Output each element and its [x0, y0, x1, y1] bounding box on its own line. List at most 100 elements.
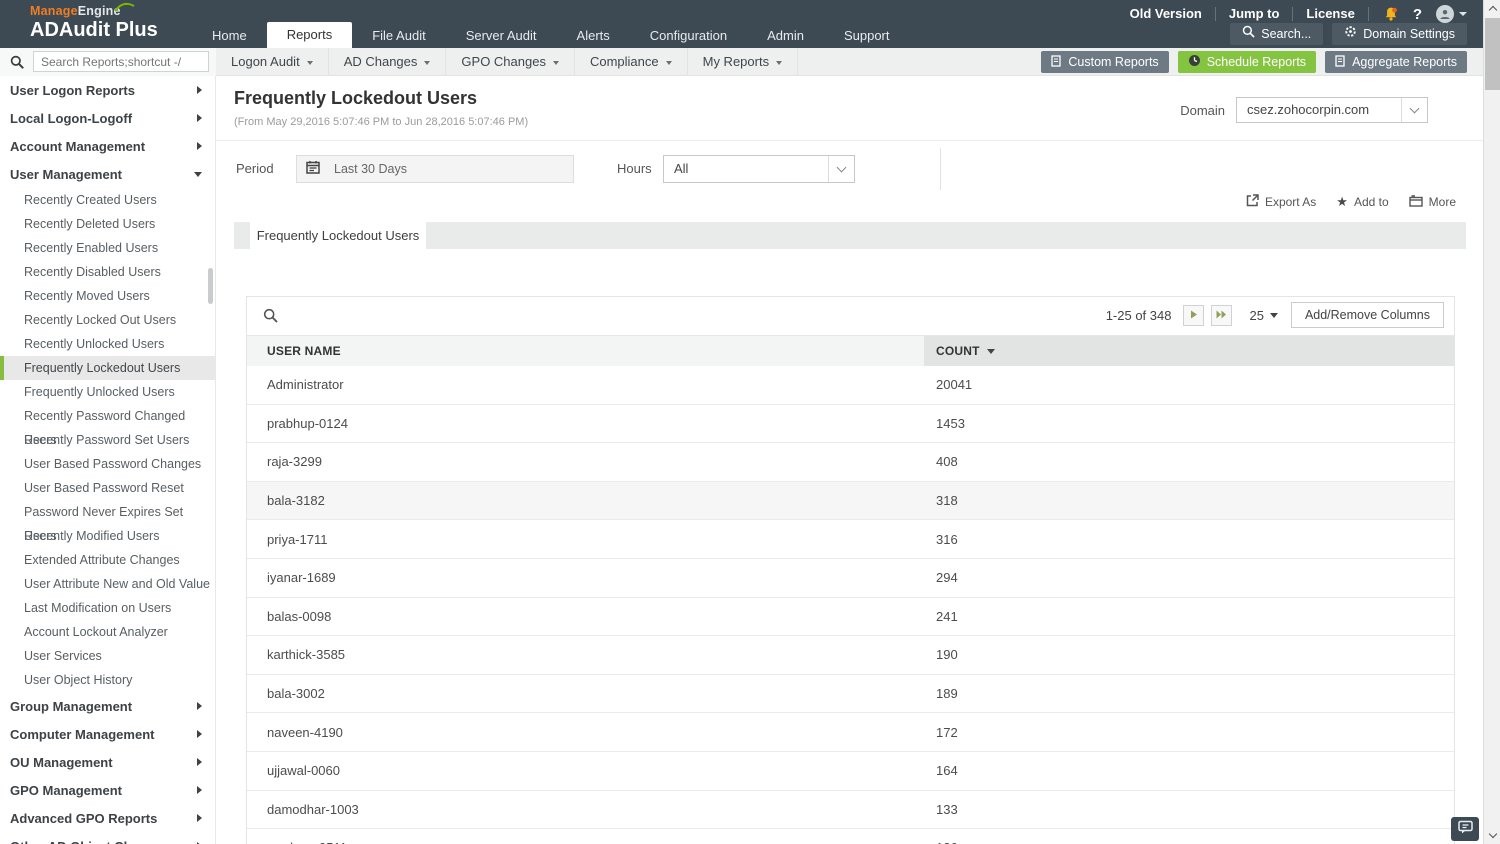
nav-admin[interactable]: Admin [747, 23, 824, 48]
table-row[interactable]: iyanar-1689 294 [247, 559, 1454, 598]
sidebar-section-advanced-gpo-reports[interactable]: Advanced GPO Reports [0, 804, 215, 832]
sidebar-item-user-attribute-new-and-old-value[interactable]: User Attribute New and Old Value [0, 572, 215, 596]
brand[interactable]: ManageEngine ADAudit Plus [30, 2, 158, 42]
subnav-my-reports[interactable]: My Reports [688, 48, 799, 75]
sidebar-section-user-logon-reports[interactable]: User Logon Reports [0, 76, 215, 104]
sidebar-item-recently-created-users[interactable]: Recently Created Users [0, 188, 215, 212]
divider [940, 148, 941, 190]
notification-bell-icon[interactable] [1383, 6, 1399, 22]
sidebar-item-extended-attribute-changes[interactable]: Extended Attribute Changes [0, 548, 215, 572]
column-header-count[interactable]: COUNT [924, 336, 1454, 366]
search-button[interactable]: Search... [1230, 23, 1324, 45]
main-nav: Home Reports File Audit Server Audit Ale… [192, 22, 910, 48]
table-row[interactable]: naveen-4190 172 [247, 713, 1454, 752]
table-row[interactable]: karthick-3585 190 [247, 636, 1454, 675]
sidebar-section-account-management[interactable]: Account Management [0, 132, 215, 160]
sidebar-item-account-lockout-analyzer[interactable]: Account Lockout Analyzer [0, 620, 215, 644]
table-row[interactable]: balas-0098 241 [247, 598, 1454, 637]
last-page-button[interactable] [1211, 304, 1233, 326]
nav-reports[interactable]: Reports [266, 22, 353, 48]
add-remove-columns-button[interactable]: Add/Remove Columns [1290, 302, 1444, 328]
table-row[interactable]: ujjawal-0060 164 [247, 752, 1454, 791]
sidebar-section-other-ad-object-changes[interactable]: Other AD Object Changes [0, 832, 215, 844]
divider [216, 140, 1483, 141]
export-icon [1246, 194, 1259, 210]
table-row[interactable]: bala-3002 189 [247, 675, 1454, 714]
license-link[interactable]: License [1293, 7, 1369, 21]
sort-desc-icon [986, 348, 995, 354]
table-search-icon[interactable] [263, 308, 278, 328]
scroll-down-button[interactable] [1484, 827, 1500, 844]
hours-select[interactable]: All [663, 155, 855, 183]
table-row[interactable]: Administrator 20041 [247, 366, 1454, 405]
table-row[interactable]: pradeep-0511126 [247, 829, 1454, 844]
more-button[interactable]: More [1408, 194, 1456, 210]
sidebar-scrollbar-thumb[interactable] [208, 268, 213, 304]
table-row[interactable]: damodhar-1003 133 [247, 791, 1454, 830]
user-account-menu[interactable] [1436, 5, 1467, 23]
tab-strip: Frequently Lockedout Users [234, 222, 1466, 249]
jump-to-link[interactable]: Jump to [1216, 7, 1294, 21]
feedback-chat-button[interactable] [1451, 817, 1479, 841]
sidebar-section-gpo-management[interactable]: GPO Management [0, 776, 215, 804]
page-scrollbar[interactable] [1483, 0, 1500, 844]
help-icon[interactable]: ? [1413, 6, 1422, 23]
sidebar-section-computer-management[interactable]: Computer Management [0, 720, 215, 748]
sidebar-section-group-management[interactable]: Group Management [0, 692, 215, 720]
sidebar-item-recently-password-changed-users[interactable]: Recently Password Changed Users [0, 404, 215, 447]
add-to-button[interactable]: ★ Add to [1336, 195, 1388, 209]
period-picker[interactable]: Last 30 Days [296, 155, 574, 183]
nav-alerts[interactable]: Alerts [557, 23, 630, 48]
sidebar-item-frequently-unlocked-users[interactable]: Frequently Unlocked Users [0, 380, 215, 404]
sidebar-item-user-based-password-changes[interactable]: User Based Password Changes [0, 452, 215, 476]
sidebar-item-recently-modified-users[interactable]: Recently Modified Users [0, 524, 215, 548]
sidebar-section-local-logon-logoff[interactable]: Local Logon-Logoff [0, 104, 215, 132]
sidebar-item-user-object-history[interactable]: User Object History [0, 668, 215, 692]
domain-select[interactable]: csez.zohocorpin.com [1236, 97, 1428, 123]
page-size-dropdown[interactable]: 25 [1249, 308, 1278, 323]
sidebar-item-recently-enabled-users[interactable]: Recently Enabled Users [0, 236, 215, 260]
scroll-up-button[interactable] [1484, 0, 1500, 17]
export-as-button[interactable]: Export As [1246, 194, 1316, 210]
nav-support[interactable]: Support [824, 23, 910, 48]
sidebar-item-recently-deleted-users[interactable]: Recently Deleted Users [0, 212, 215, 236]
schedule-reports-button[interactable]: Schedule Reports [1177, 51, 1317, 73]
nav-home[interactable]: Home [192, 23, 267, 48]
table-row[interactable]: bala-3182 318 [247, 481, 1454, 521]
table-header: USER NAME COUNT [247, 335, 1454, 366]
sidebar-section-user-management[interactable]: User Management [0, 160, 215, 188]
table-row[interactable]: priya-1711 316 [247, 520, 1454, 559]
sidebar-item-password-never-expires-set-users[interactable]: Password Never Expires Set Users [0, 500, 215, 543]
nav-configuration[interactable]: Configuration [630, 23, 747, 48]
sidebar-item-recently-locked-out-users[interactable]: Recently Locked Out Users [0, 308, 215, 332]
sidebar-item-recently-disabled-users[interactable]: Recently Disabled Users [0, 260, 215, 284]
custom-reports-button[interactable]: Custom Reports [1041, 51, 1169, 73]
sidebar-item-last-modification-on-users[interactable]: Last Modification on Users [0, 596, 215, 620]
nav-server-audit[interactable]: Server Audit [446, 23, 557, 48]
sidebar-item-recently-moved-users[interactable]: Recently Moved Users [0, 284, 215, 308]
table-row[interactable]: prabhup-0124 1453 [247, 405, 1454, 444]
column-header-user-name[interactable]: USER NAME [247, 336, 924, 366]
tab-frequently-lockedout-users[interactable]: Frequently Lockedout Users [250, 222, 426, 249]
next-page-button[interactable] [1183, 304, 1205, 326]
sidebar-item-user-services[interactable]: User Services [0, 644, 215, 668]
subnav-compliance[interactable]: Compliance [575, 48, 688, 75]
document-icon [1051, 54, 1062, 70]
table-row[interactable]: raja-3299 408 [247, 443, 1454, 482]
domain-settings-button[interactable]: Domain Settings [1332, 23, 1467, 45]
search-reports-input[interactable] [33, 51, 209, 72]
nav-file-audit[interactable]: File Audit [352, 23, 445, 48]
sidebar-item-frequently-lockedout-users[interactable]: Frequently Lockedout Users [0, 356, 215, 380]
sidebar-item-user-based-password-reset[interactable]: User Based Password Reset [0, 476, 215, 500]
subnav-gpo-changes[interactable]: GPO Changes [446, 48, 575, 75]
chevron-right-icon [197, 86, 202, 94]
scrollbar-thumb[interactable] [1485, 18, 1500, 90]
sidebar-section-ou-management[interactable]: OU Management [0, 748, 215, 776]
period-label: Period [236, 161, 274, 176]
aggregate-reports-button[interactable]: Aggregate Reports [1325, 51, 1467, 73]
sidebar-item-recently-unlocked-users[interactable]: Recently Unlocked Users [0, 332, 215, 356]
sidebar-item-recently-password-set-users[interactable]: Recently Password Set Users [0, 428, 215, 452]
subnav-logon-audit[interactable]: Logon Audit [216, 48, 329, 75]
subnav-ad-changes[interactable]: AD Changes [329, 48, 447, 75]
old-version-link[interactable]: Old Version [1117, 7, 1216, 21]
